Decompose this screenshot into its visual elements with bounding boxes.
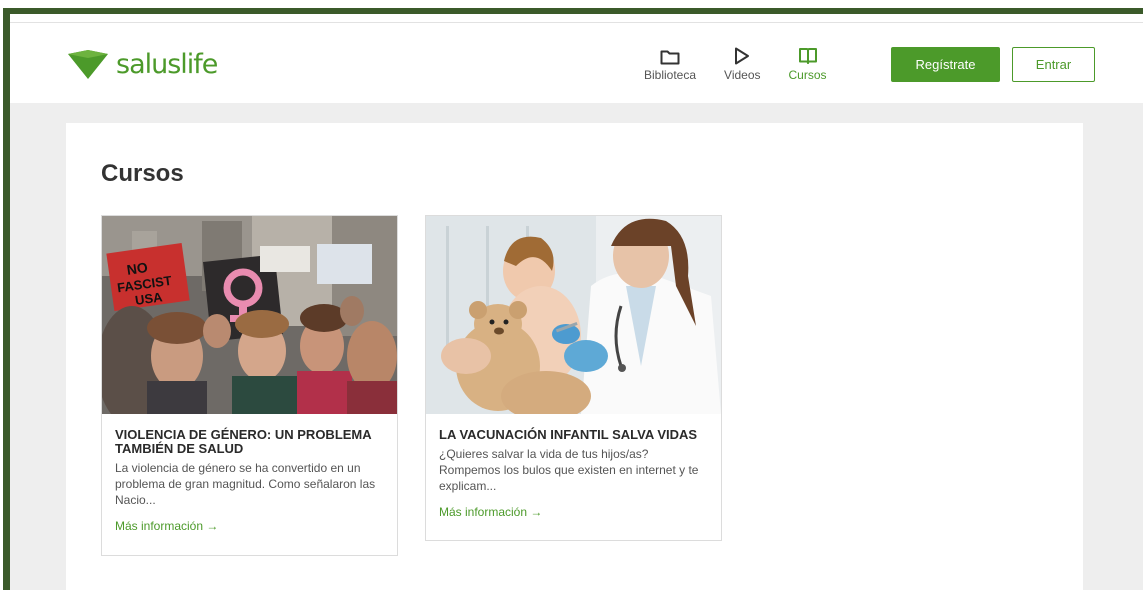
logo[interactable]: saluslife: [66, 47, 218, 83]
course-card[interactable]: NO FASCIST USA VIOLENCIA DE GÉNERO: UN P…: [101, 215, 398, 556]
card-description: ¿Quieres salvar la vida de tus hijos/as?…: [439, 447, 699, 493]
protest-sign-text: NO: [126, 259, 149, 278]
nav-label-biblioteca: Biblioteca: [644, 68, 697, 82]
window-top-edge: [0, 0, 1143, 8]
heart-logo-icon: [68, 50, 108, 79]
courses-panel: Cursos NO FASCIST USA VIOLENCIA DE GÉNER…: [66, 123, 1083, 590]
window-frame-top: [3, 8, 1143, 14]
nav-label-videos: Videos: [724, 68, 761, 82]
card-description: La violencia de género se ha convertido …: [115, 461, 376, 507]
card-body: VIOLENCIA DE GÉNERO: UN PROBLEMA TAMBIÉN…: [102, 414, 397, 535]
site-header: saluslife Biblioteca Videos Cursos Regís…: [10, 23, 1143, 103]
nav-item-biblioteca[interactable]: Biblioteca: [644, 43, 696, 93]
main-nav: Biblioteca Videos Cursos: [630, 43, 841, 93]
nav-item-videos[interactable]: Videos: [724, 43, 761, 93]
nav-item-cursos[interactable]: Cursos: [789, 43, 827, 93]
course-card[interactable]: LA VACUNACIÓN INFANTIL SALVA VIDAS ¿Quie…: [425, 215, 722, 541]
card-title[interactable]: LA VACUNACIÓN INFANTIL SALVA VIDAS: [439, 428, 708, 442]
register-button[interactable]: Regístrate: [891, 47, 1000, 82]
more-info-link[interactable]: Más información →: [439, 505, 542, 519]
card-body: LA VACUNACIÓN INFANTIL SALVA VIDAS ¿Quie…: [426, 414, 721, 521]
more-info-link[interactable]: Más información →: [115, 519, 218, 533]
course-image-protest[interactable]: NO FASCIST USA: [102, 216, 397, 414]
login-button[interactable]: Entrar: [1012, 47, 1095, 82]
course-image-vaccination[interactable]: [426, 216, 721, 414]
folder-icon: [660, 43, 680, 65]
window-frame-left: [3, 8, 10, 590]
card-title[interactable]: VIOLENCIA DE GÉNERO: UN PROBLEMA TAMBIÉN…: [115, 428, 384, 456]
play-icon: [734, 43, 750, 65]
book-icon: [798, 43, 818, 65]
logo-text: saluslife: [116, 49, 218, 80]
nav-label-cursos: Cursos: [788, 68, 827, 82]
page-title: Cursos: [101, 160, 184, 187]
